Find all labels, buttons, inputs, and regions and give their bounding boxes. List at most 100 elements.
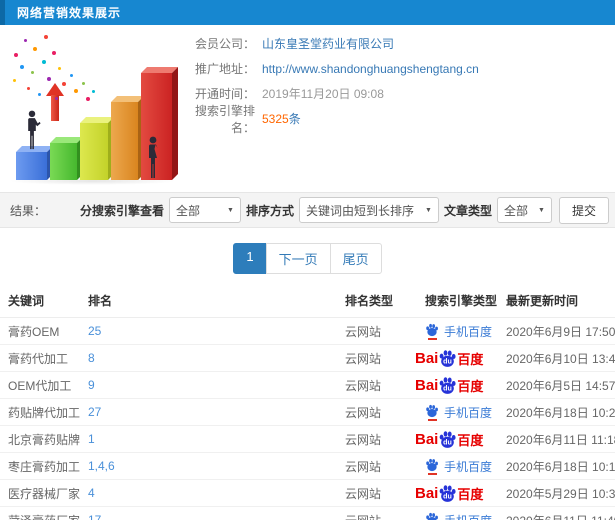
rank-type-cell: 云网站 <box>337 398 417 426</box>
chart-bar-blue <box>16 152 47 180</box>
rank-count-label: 搜索引擎排名： <box>194 103 255 135</box>
confetti-dot <box>74 89 78 93</box>
baidu-pc-logo: Bai du 百度 <box>415 376 483 395</box>
rank-link[interactable]: 9 <box>88 378 95 392</box>
rank-link[interactable]: 1,4,6 <box>88 459 115 473</box>
updated-cell: 2020年6月9日 17:50 <box>498 317 615 345</box>
rank-link[interactable]: 1 <box>88 432 95 446</box>
rank-count-number: 5325 <box>262 112 289 126</box>
engine-cell: Bai du 百度 <box>415 479 498 507</box>
keyword-cell: 枣庄膏药加工 <box>0 452 80 480</box>
table-row: 膏药代加工 8 云网站 Bai du 百度 2020年6月10日 13:40 <box>0 344 615 372</box>
confetti-dot <box>58 67 61 70</box>
svg-text:du: du <box>444 492 453 500</box>
info-row-company: 会员公司： 山东皇圣堂药业有限公司 <box>183 31 615 56</box>
chart-bar-orange <box>111 102 138 180</box>
rank-cell: 1 <box>80 425 337 453</box>
table-header-row: 关键词 排名 排名类型 搜索引擎类型 最新更新时间 <box>0 284 615 318</box>
info-row-url: 推广地址： http://www.shandonghuangshengtang.… <box>183 56 615 81</box>
table-row: 药贴牌代加工 27 云网站 手机百度 2020年6月18日 10:25 <box>0 398 615 426</box>
baidu-logo-hanzi: 百度 <box>457 378 484 394</box>
baidu-underline <box>427 418 437 421</box>
mobile-baidu-label: 手机百度 <box>444 324 493 339</box>
rank-type-cell: 云网站 <box>337 317 417 345</box>
rank-link[interactable]: 4 <box>88 486 95 500</box>
page-current[interactable]: 1 <box>233 243 267 274</box>
promo-url-link[interactable]: http://www.shandonghuangshengtang.cn <box>262 62 479 76</box>
confetti-dot <box>13 79 16 82</box>
sort-select-value: 关键词由短到长排序 <box>305 203 414 218</box>
result-label: 结果： <box>10 203 47 218</box>
confetti-dot <box>31 71 34 74</box>
engine-cell: Bai du 百度 <box>415 371 498 399</box>
svg-text:du: du <box>444 357 453 365</box>
svg-text:du: du <box>444 384 453 392</box>
sort-filter-label: 排序方式 <box>245 203 294 218</box>
rank-cell: 8 <box>80 344 337 372</box>
mobile-baidu-logo: 手机百度 <box>425 512 492 520</box>
confetti-dot <box>14 53 18 57</box>
engine-select[interactable]: 全部 ▼ <box>168 197 241 223</box>
mobile-baidu-logo: 手机百度 <box>425 323 492 340</box>
engine-cell: 手机百度 <box>417 452 498 480</box>
rank-link[interactable]: 8 <box>88 351 95 365</box>
rank-count-unit[interactable]: 条 <box>289 112 301 126</box>
confetti-dot <box>33 47 37 51</box>
rank-count-value: 5325条 <box>262 110 301 127</box>
submit-button[interactable]: 提交 <box>558 196 609 224</box>
businessman-right-icon <box>149 136 158 178</box>
col-rank-type: 排名类型 <box>337 284 417 318</box>
rank-cell: 9 <box>80 371 337 399</box>
confetti-dot <box>92 90 95 93</box>
confetti-dot <box>27 87 30 90</box>
type-filter-label: 文章类型 <box>443 203 492 218</box>
updated-cell: 2020年6月11日 11:40 <box>498 506 615 520</box>
confetti-dot <box>82 82 85 85</box>
table-row: 膏药OEM 25 云网站 手机百度 2020年6月9日 17:50 <box>0 317 615 345</box>
baidu-paw-icon <box>426 512 438 520</box>
engine-cell: 手机百度 <box>417 506 498 520</box>
baidu-paw-icon <box>426 404 438 417</box>
baidu-logo-text: Bai <box>415 376 439 394</box>
baidu-paw-icon: du <box>440 376 456 394</box>
confetti-dot <box>44 35 48 39</box>
article-type-select[interactable]: 全部 ▼ <box>496 197 552 223</box>
page-next-button[interactable]: 下一页 <box>265 243 331 274</box>
chevron-down-icon: ▼ <box>538 206 545 214</box>
chart-bar-yellow <box>80 123 108 180</box>
chevron-down-icon: ▼ <box>425 206 432 214</box>
confetti-dot <box>42 60 46 64</box>
rank-type-cell: 云网站 <box>337 425 417 453</box>
mobile-baidu-label: 手机百度 <box>444 512 492 520</box>
rank-type-cell: 云网站 <box>337 344 417 372</box>
updated-cell: 2020年6月18日 10:19 <box>498 452 615 480</box>
baidu-underline <box>427 337 437 340</box>
baidu-paw-icon <box>426 458 438 471</box>
keyword-cell: 北京膏药贴牌 <box>0 425 80 453</box>
updated-cell: 2020年5月29日 10:32 <box>498 479 615 507</box>
keyword-cell: OEM代加工 <box>0 371 80 399</box>
mobile-baidu-label: 手机百度 <box>444 459 493 474</box>
rank-link[interactable]: 27 <box>88 405 101 419</box>
confetti-dot <box>20 65 24 69</box>
page-last-button[interactable]: 尾页 <box>329 243 382 274</box>
baidu-logo-hanzi: 百度 <box>457 432 484 448</box>
baidu-logo-text: Bai <box>415 430 439 448</box>
mobile-baidu-logo: 手机百度 <box>425 404 492 421</box>
article-type-select-value: 全部 <box>503 203 528 218</box>
pagination: 1 下一页 尾页 <box>0 243 615 274</box>
table-row: OEM代加工 9 云网站 Bai du 百度 2020年6月5日 14:57 <box>0 371 615 399</box>
engine-filter-label: 分搜索引擎查看 <box>79 203 164 218</box>
sort-select[interactable]: 关键词由短到长排序 ▼ <box>298 197 439 223</box>
mobile-baidu-label: 手机百度 <box>444 405 493 420</box>
member-info-section: 会员公司： 山东皇圣堂药业有限公司 推广地址： http://www.shand… <box>0 25 615 187</box>
company-link[interactable]: 山东皇圣堂药业有限公司 <box>262 35 394 52</box>
table-row: 北京膏药贴牌 1 云网站 Bai du 百度 2020年6月11日 11:18 <box>0 425 615 453</box>
rank-link[interactable]: 25 <box>88 324 101 338</box>
engine-select-value: 全部 <box>175 203 200 218</box>
baidu-paw-icon <box>426 323 438 336</box>
rank-type-cell: 云网站 <box>337 371 417 399</box>
rank-link[interactable]: 17 <box>88 513 101 520</box>
growth-chart-illustration <box>0 27 185 185</box>
baidu-underline <box>427 472 437 475</box>
